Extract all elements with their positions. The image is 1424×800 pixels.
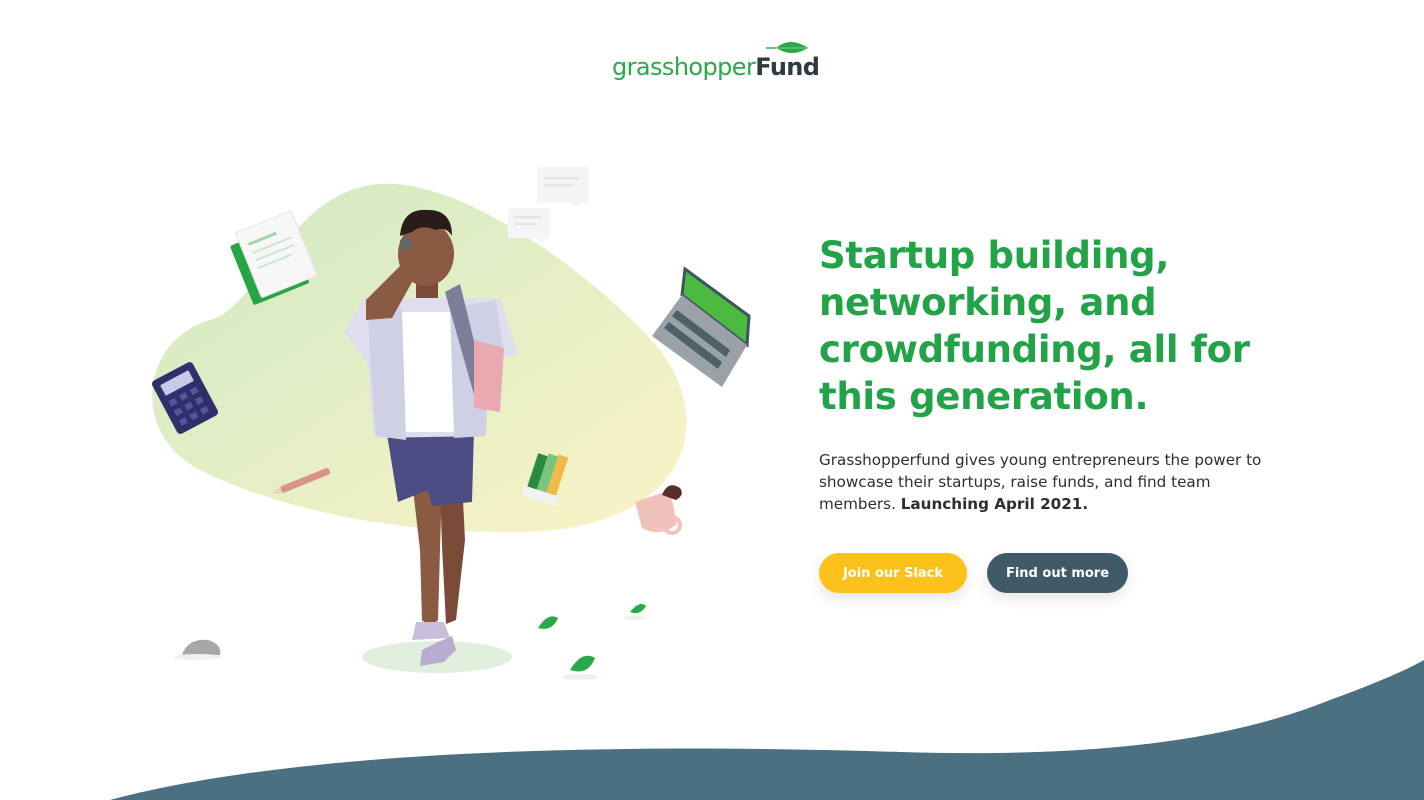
footer-wave: [110, 660, 1424, 800]
